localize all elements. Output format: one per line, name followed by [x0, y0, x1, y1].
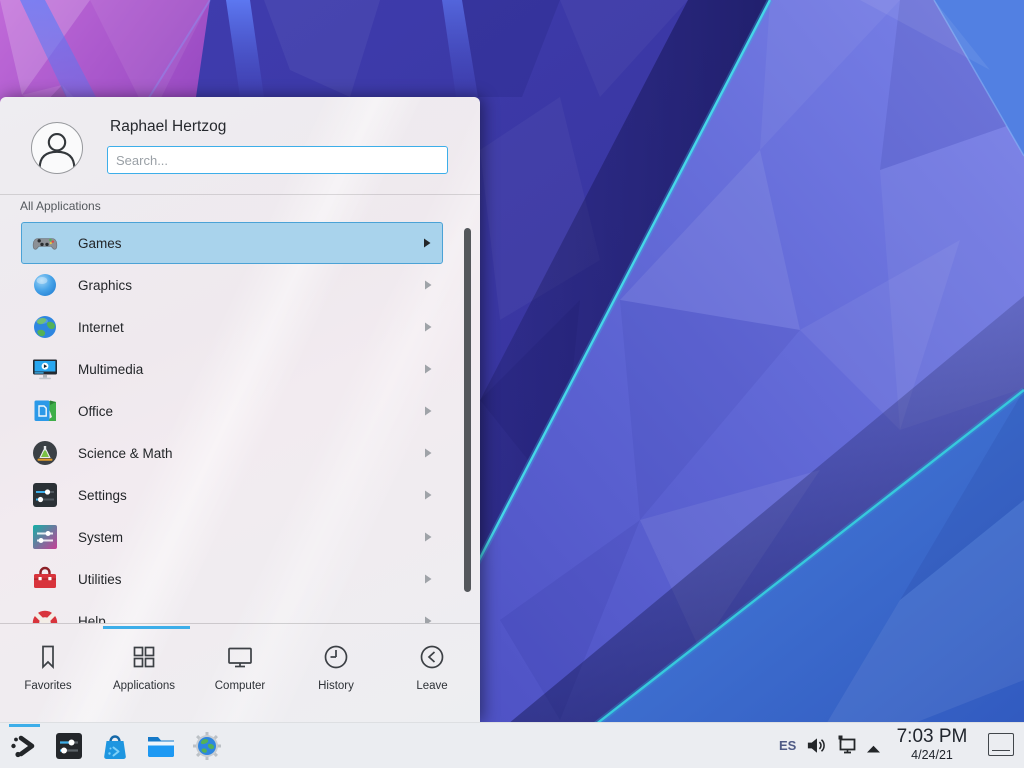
category-utilities[interactable]: Utilities: [21, 558, 443, 600]
settings-sliders-icon: [31, 481, 59, 509]
konqueror-icon: [191, 730, 223, 762]
tab-label: History: [318, 680, 354, 692]
web-browser-button[interactable]: [191, 730, 223, 762]
tab-label: Applications: [113, 680, 175, 692]
search-input[interactable]: [107, 146, 448, 174]
chevron-right-icon: [424, 364, 432, 374]
tab-label: Computer: [215, 680, 266, 692]
clock-date: 4/24/21: [886, 748, 978, 763]
launcher-active-indicator: [9, 724, 40, 727]
tab-applications[interactable]: Applications: [96, 624, 192, 723]
show-desktop-button[interactable]: [988, 733, 1014, 756]
category-list: Games Graphics: [0, 222, 480, 623]
multimedia-monitor-icon: [31, 355, 59, 383]
chevron-right-icon: [424, 490, 432, 500]
scrollbar[interactable]: [464, 228, 471, 592]
file-manager-button[interactable]: [145, 730, 177, 762]
chevron-right-icon: [424, 532, 432, 542]
clock-time: 7:03 PM: [886, 726, 978, 748]
taskbar: ES 7:03 PM 4/24/21: [0, 722, 1024, 768]
avatar: [31, 122, 83, 174]
desktop: Raphael Hertzog All Applications Games: [0, 0, 1024, 768]
keyboard-layout-indicator[interactable]: ES: [779, 738, 796, 753]
chevron-right-icon: [424, 574, 432, 584]
tab-computer[interactable]: Computer: [192, 624, 288, 723]
user-icon: [32, 122, 82, 174]
category-label: Graphics: [78, 278, 132, 293]
bookmark-icon: [33, 642, 63, 672]
chevron-right-icon: [424, 406, 432, 416]
category-system[interactable]: System: [21, 516, 443, 558]
app-grid-icon: [129, 642, 159, 672]
chevron-right-icon: [424, 280, 432, 290]
section-label: All Applications: [20, 199, 101, 213]
category-internet[interactable]: Internet: [21, 306, 443, 348]
category-label: Help: [78, 614, 106, 624]
dolphin-folder-icon: [145, 730, 177, 762]
graphics-ball-icon: [31, 271, 59, 299]
system-settings-icon: [53, 730, 85, 762]
office-document-icon: [31, 397, 59, 425]
discover-button[interactable]: [99, 730, 131, 762]
tab-label: Leave: [416, 680, 447, 692]
chevron-right-icon: [424, 448, 432, 458]
category-settings[interactable]: Settings: [21, 474, 443, 516]
application-launcher-panel: Raphael Hertzog All Applications Games: [0, 97, 480, 722]
active-tab-indicator: [103, 626, 190, 629]
computer-monitor-icon: [225, 642, 255, 672]
discover-icon: [99, 730, 131, 762]
globe-icon: [31, 313, 59, 341]
help-lifebuoy-icon: [31, 607, 59, 623]
category-help[interactable]: Help: [21, 600, 443, 623]
category-graphics[interactable]: Graphics: [21, 264, 443, 306]
user-name: Raphael Hertzog: [110, 118, 226, 136]
application-launcher-button[interactable]: [8, 730, 40, 762]
system-settings-button[interactable]: [53, 730, 85, 762]
gamepad-icon: [31, 229, 59, 257]
chevron-right-icon: [424, 616, 432, 623]
chevron-right-icon: [424, 322, 432, 332]
system-sliders-icon: [31, 523, 59, 551]
tab-history[interactable]: History: [288, 624, 384, 723]
category-label: Multimedia: [78, 362, 143, 377]
category-office[interactable]: Office: [21, 390, 443, 432]
launcher-tab-bar: Favorites Applications: [0, 623, 480, 723]
header-separator: [0, 194, 480, 195]
expand-tray-caret-icon[interactable]: [866, 740, 881, 758]
category-multimedia[interactable]: Multimedia: [21, 348, 443, 390]
digital-clock[interactable]: 7:03 PM 4/24/21: [886, 726, 978, 763]
category-label: Games: [78, 236, 122, 251]
utilities-toolbox-icon: [31, 565, 59, 593]
category-label: Settings: [78, 488, 127, 503]
category-science-math[interactable]: Science & Math: [21, 432, 443, 474]
category-label: Utilities: [78, 572, 122, 587]
category-label: Office: [78, 404, 113, 419]
leave-circle-icon: [417, 642, 447, 672]
tab-favorites[interactable]: Favorites: [0, 624, 96, 723]
category-label: Science & Math: [78, 446, 173, 461]
history-clock-icon: [321, 642, 351, 672]
network-icon[interactable]: [835, 733, 859, 762]
chevron-right-icon: [423, 238, 431, 248]
category-label: Internet: [78, 320, 124, 335]
science-flask-icon: [31, 439, 59, 467]
kickoff-icon: [8, 730, 40, 762]
category-label: System: [78, 530, 123, 545]
tab-leave[interactable]: Leave: [384, 624, 480, 723]
category-games[interactable]: Games: [21, 222, 443, 264]
volume-icon[interactable]: [805, 734, 828, 762]
tab-label: Favorites: [24, 680, 71, 692]
